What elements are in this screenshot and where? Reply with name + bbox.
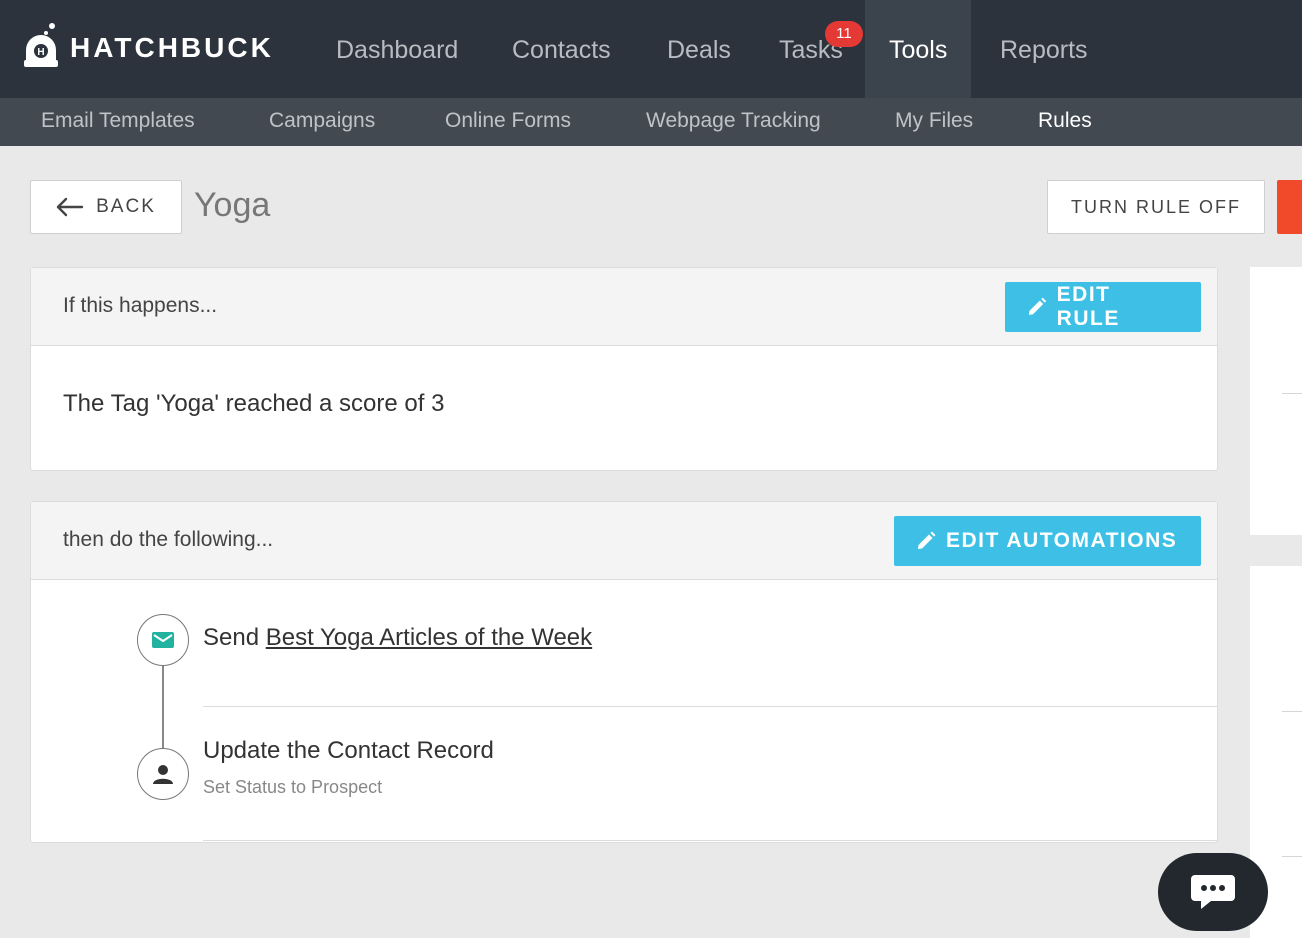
- chat-launcher-button[interactable]: [1158, 853, 1268, 931]
- delete-rule-button[interactable]: [1277, 180, 1302, 234]
- edit-rule-button[interactable]: EDIT RULE: [1005, 282, 1201, 332]
- actions-card-header: then do the following... EDIT AUTOMATION…: [31, 502, 1217, 580]
- step-send-prefix: Send: [203, 624, 266, 651]
- rule-condition-text: The Tag 'Yoga' reached a score of 3: [63, 390, 445, 417]
- subnav-webpage-tracking[interactable]: Webpage Tracking: [646, 98, 821, 146]
- tasks-count-badge: 11: [824, 21, 863, 47]
- sub-nav: Email Templates Campaigns Online Forms W…: [0, 98, 1302, 146]
- back-button-label: BACK: [96, 196, 156, 217]
- actions-heading: then do the following...: [63, 528, 274, 551]
- subnav-rules[interactable]: Rules: [1038, 98, 1092, 146]
- page-title: Yoga: [194, 186, 271, 224]
- brand-name: HATCHBUCK: [70, 32, 274, 63]
- nav-contacts[interactable]: Contacts: [512, 0, 611, 98]
- nav-reports[interactable]: Reports: [1000, 0, 1088, 98]
- trigger-card-header: If this happens... EDIT RULE: [31, 268, 1217, 346]
- side-panel-divider: [1282, 393, 1302, 394]
- svg-text:H: H: [37, 47, 44, 58]
- arrow-left-icon: [56, 197, 84, 217]
- step-update-contact: Update the Contact Record: [203, 737, 494, 764]
- subnav-email-templates[interactable]: Email Templates: [41, 98, 195, 146]
- nav-tools[interactable]: Tools: [865, 0, 972, 98]
- trigger-card: If this happens... EDIT RULE The Tag 'Yo…: [30, 267, 1218, 471]
- turn-rule-off-button[interactable]: TURN RULE OFF: [1047, 180, 1265, 234]
- step-send-email: Send Best Yoga Articles of the Week: [203, 624, 592, 652]
- step-divider: [203, 706, 1217, 707]
- chat-bubble-icon: [1191, 875, 1235, 909]
- step-divider: [203, 840, 1217, 841]
- nav-tasks[interactable]: Tasks 11: [779, 0, 863, 98]
- side-panel-divider: [1282, 856, 1302, 857]
- edit-rule-label: EDIT RULE: [1056, 283, 1120, 330]
- brand-logo[interactable]: H HATCHBUCK: [20, 16, 274, 80]
- nav-deals[interactable]: Deals: [667, 0, 731, 98]
- actions-card: then do the following... EDIT AUTOMATION…: [30, 501, 1218, 843]
- person-icon: [137, 748, 189, 800]
- back-button[interactable]: BACK: [30, 180, 182, 234]
- hatchbuck-logo-icon: H: [20, 20, 62, 76]
- side-panel-top: [1250, 267, 1302, 535]
- subnav-online-forms[interactable]: Online Forms: [445, 98, 571, 146]
- edit-automations-button[interactable]: EDIT AUTOMATIONS: [894, 516, 1201, 566]
- pencil-icon: [918, 531, 936, 549]
- trigger-heading: If this happens...: [63, 294, 218, 317]
- email-template-link[interactable]: Best Yoga Articles of the Week: [266, 624, 592, 651]
- pencil-icon: [1028, 297, 1047, 315]
- top-nav: H HATCHBUCK Dashboard Contacts Deals Tas…: [0, 0, 1302, 98]
- envelope-icon: [137, 614, 189, 666]
- side-panel-divider: [1282, 711, 1302, 712]
- subnav-campaigns[interactable]: Campaigns: [269, 98, 375, 146]
- step-update-detail: Set Status to Prospect: [203, 777, 383, 797]
- edit-automations-label: EDIT AUTOMATIONS: [946, 529, 1178, 552]
- subnav-my-files[interactable]: My Files: [895, 98, 973, 146]
- nav-dashboard[interactable]: Dashboard: [336, 0, 458, 98]
